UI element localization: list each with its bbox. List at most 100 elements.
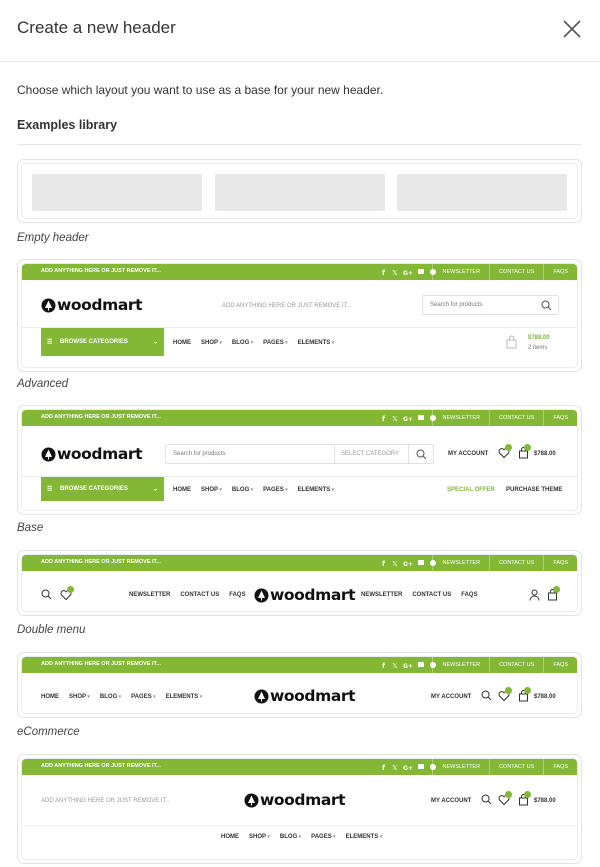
svg-text:𝕏: 𝕏 [392,662,398,670]
modal-header: Create a new header [0,0,600,62]
examples-library-heading: Examples library [17,118,118,132]
search-placeholder: Search for products [173,451,226,457]
layout-preview: ADD ANYTHING HERE OR JUST REMOVE IT... f… [21,409,578,511]
svg-text:G+: G+ [403,416,413,423]
topbar-links: NEWSLETTER CONTACT US FAQS [432,657,577,673]
svg-text:f: f [382,764,386,772]
menu-icon: ☰ [47,339,53,346]
topbar-link: CONTACT US [489,657,543,673]
layout-card-base[interactable]: ADD ANYTHING HERE OR JUST REMOVE IT... f… [17,405,582,515]
topbar-text: ADD ANYTHING HERE OR JUST REMOVE IT... [41,559,161,565]
select-category: SELECT CATEGORY [341,451,400,457]
layout-label-double-menu[interactable]: Double menu [17,624,85,636]
layout-card-empty-header[interactable] [17,159,582,223]
layout-label-ecommerce[interactable]: eCommerce [17,726,80,738]
menu-item: PAGES [263,487,287,493]
badge [505,791,512,798]
chevron-down-icon: ⌄ [152,339,158,346]
layout-card-ecommerce[interactable]: ADD ANYTHING HERE OR JUST REMOVE IT... f… [17,652,582,718]
svg-text:f: f [382,415,386,423]
purchase-theme: PURCHASE THEME [506,487,563,493]
layout-card-advanced[interactable]: ADD ANYTHING HERE OR JUST REMOVE IT... f… [17,259,582,372]
layout-card-centered[interactable]: ADD ANYTHING HERE OR JUST REMOVE IT... f… [17,754,582,864]
topbar-link: CONTACT US [489,410,543,426]
layout-preview: ADD ANYTHING HERE OR JUST REMOVE IT... f… [21,263,578,368]
badge [505,687,512,694]
topbar-links: NEWSLETTER CONTACT US FAQS [432,410,577,426]
center-text: ADD ANYTHING HERE OR JUST REMOVE IT... [41,798,171,804]
menu-item: CONTACT US [412,592,452,598]
topbar-link: CONTACT US [489,759,543,775]
topbar-link: NEWSLETTER [432,410,489,426]
browse-categories-bar: ☰ BROWSE CATEGORIES ⌄ [41,477,164,501]
topbar-text: ADD ANYTHING HERE OR JUST REMOVE IT... [41,661,161,667]
preview-topbar: ADD ANYTHING HERE OR JUST REMOVE IT... f… [22,410,577,426]
cart-items: 2 items [528,345,548,351]
menu-item: ELEMENTS [166,694,203,700]
topbar-links: NEWSLETTER CONTACT US FAQS [432,555,577,571]
preview-topbar: ADD ANYTHING HERE OR JUST REMOVE IT... f… [22,657,577,673]
menu-item: SHOP [69,694,90,700]
browse-label: BROWSE CATEGORIES [60,339,128,345]
menu-item: ELEMENTS [298,487,335,493]
logo-text: woodmart [270,586,356,604]
topbar-link: FAQS [543,759,577,775]
badge [67,586,74,593]
divider [334,445,335,463]
menu-item: HOME [173,487,191,493]
preview-menu: HOME SHOP BLOG PAGES ELEMENTS [41,694,212,700]
topbar-link: CONTACT US [489,555,543,571]
menu-item: PAGES [131,694,155,700]
layout-label-empty-header[interactable]: Empty header [17,232,89,244]
menu-item: SHOP [201,340,222,346]
topbar-link: NEWSLETTER [432,264,489,280]
intro-text: Choose which layout you want to use as a… [17,83,384,97]
layout-card-double-menu[interactable]: ADD ANYTHING HERE OR JUST REMOVE IT... f… [17,550,582,616]
browse-categories-bar: ☰ BROWSE CATEGORIES ⌄ [41,328,164,356]
layout-label-advanced[interactable]: Advanced [17,378,68,390]
search-box: Search for products [422,295,559,315]
search-icon [541,300,552,311]
badge [524,444,531,451]
preview-menu: HOME SHOP BLOG PAGES ELEMENTS [221,834,392,840]
cart-price: $788.00 [534,451,556,457]
topbar-link: NEWSLETTER [432,657,489,673]
logo-text: woodmart [57,445,143,463]
badge [505,444,512,451]
menu-item: BLOG [232,487,253,493]
my-account: MY ACCOUNT [431,694,472,700]
chevron-down-icon: ⌄ [152,486,158,493]
preview-topbar: ADD ANYTHING HERE OR JUST REMOVE IT... f… [22,759,577,775]
menu-item: HOME [221,834,239,840]
close-button[interactable] [561,18,583,40]
topbar-links: NEWSLETTER CONTACT US FAQS [432,264,577,280]
woodmart-logo: woodmart [41,445,143,463]
svg-text:f: f [382,269,386,277]
search-icon [481,690,492,701]
badge [553,586,560,593]
layout-label-base[interactable]: Base [17,522,43,534]
cart-price: $788.00 [534,694,556,700]
menu-item: ELEMENTS [346,834,383,840]
layout-preview: ADD ANYTHING HERE OR JUST REMOVE IT... f… [21,656,578,714]
badge [524,791,531,798]
tree-logo-icon [244,793,259,807]
preview-menu: HOME SHOP BLOG PAGES ELEMENTS [173,487,344,493]
search-box: Search for products SELECT CATEGORY [165,444,434,464]
svg-text:G+: G+ [403,663,413,670]
logo-text: woodmart [57,296,143,314]
tree-logo-icon [41,298,56,312]
search-placeholder: Search for products [430,302,483,308]
close-icon [563,20,581,38]
tree-logo-icon [254,689,269,703]
search-icon [416,449,427,460]
menu-item: SHOP [249,834,270,840]
divider [22,825,577,826]
center-text: ADD ANYTHING HERE OR JUST REMOVE IT... [222,303,352,309]
woodmart-logo: woodmart [244,791,346,809]
menu-item: CONTACT US [180,592,220,598]
menu-item: PAGES [263,340,287,346]
browse-label: BROWSE CATEGORIES [60,486,128,492]
layout-preview [21,163,578,219]
topbar-link: FAQS [543,264,577,280]
